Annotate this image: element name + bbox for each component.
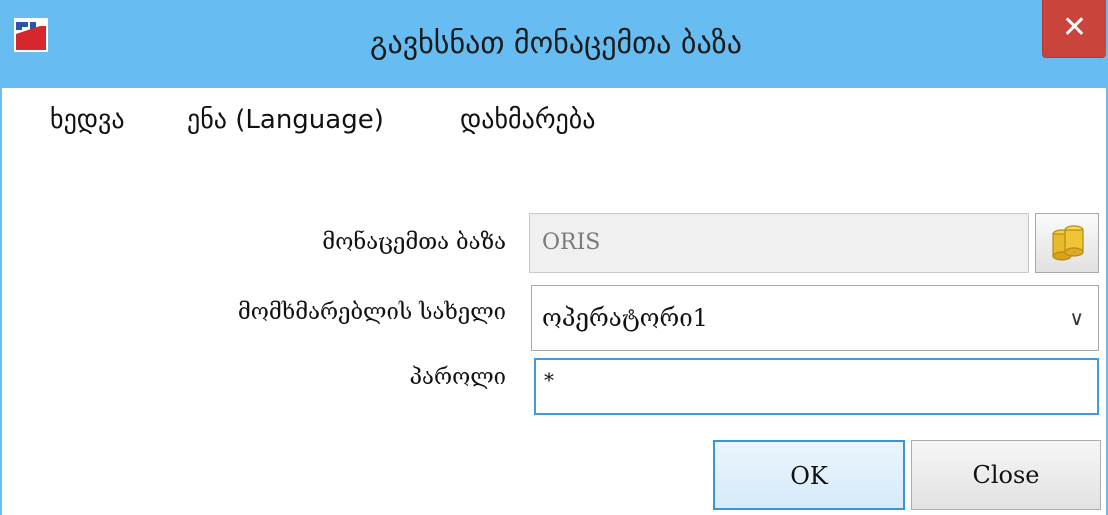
username-value: ოპერატორი1	[542, 304, 708, 332]
password-input[interactable]: *	[534, 358, 1099, 415]
username-select[interactable]: ოპერატორი1 ∨	[531, 285, 1099, 351]
password-label: პაროლი	[409, 365, 506, 390]
menu-item-view[interactable]: ხედვა	[50, 100, 125, 140]
select-database-button[interactable]	[1035, 213, 1099, 273]
menu-item-language[interactable]: ენა (Language)	[187, 100, 384, 140]
window-title: გავხსნათ მონაცემთა ბაზა	[370, 26, 742, 61]
ok-button[interactable]: OK	[713, 440, 905, 510]
database-label: მონაცემთა ბაზა	[322, 230, 506, 255]
close-icon: ✕	[1061, 10, 1088, 45]
database-icon	[1052, 225, 1084, 261]
titlebar: გავხსნათ მონაცემთა ბაზა ✕	[2, 0, 1108, 88]
login-dialog: გავხსნათ მონაცემთა ბაზა ✕ ხედვა ენა (Lan…	[0, 0, 1108, 515]
database-field: ORIS	[529, 213, 1029, 273]
username-label: მომხმარებლის სახელი	[237, 300, 506, 325]
window-close-button[interactable]: ✕	[1042, 0, 1106, 58]
chevron-down-icon[interactable]: ∨	[1069, 286, 1084, 350]
menubar: ხედვა ენა (Language) დახმარება	[2, 88, 1108, 158]
close-button[interactable]: Close	[911, 440, 1101, 510]
menu-item-help[interactable]: დახმარება	[460, 100, 595, 140]
